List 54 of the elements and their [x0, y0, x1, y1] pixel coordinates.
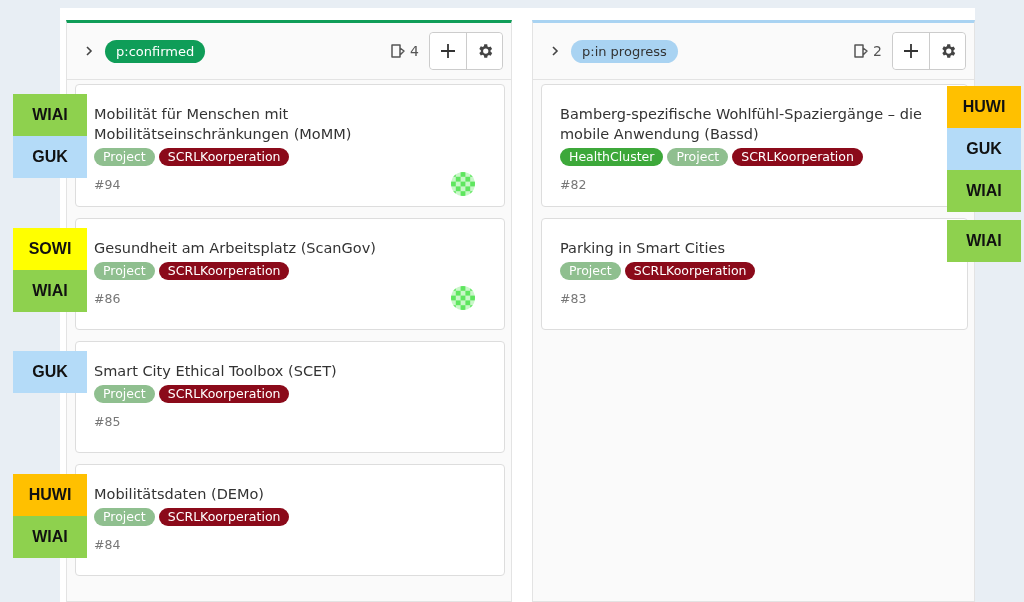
- tag-label: HealthCluster: [560, 148, 664, 166]
- issue-number: #85: [94, 413, 121, 429]
- tag-label: SCRLKoorperation: [158, 148, 290, 166]
- card-title[interactable]: Bamberg-spezifische Wohlfühl-Spaziergänge – die mobile Anwendung (Bassd): [560, 104, 949, 144]
- sticky-note: GUK: [13, 351, 87, 393]
- card-icon: [853, 43, 870, 59]
- tag-label: Project: [94, 148, 155, 166]
- card-title[interactable]: Mobilität für Menschen mit Mobilitätseinschränkungen (MoMM): [94, 104, 486, 144]
- issue-number: #83: [560, 290, 587, 306]
- sticky-note: WIAI: [13, 270, 87, 312]
- issue-number: #94: [94, 176, 121, 192]
- tag-label: Project: [94, 508, 155, 526]
- column-label: p:confirmed: [105, 39, 206, 63]
- card-count: 4: [390, 43, 419, 59]
- tag-label: Project: [667, 148, 729, 166]
- sticky-note: HUWI: [13, 474, 87, 516]
- tag-label: Project: [94, 262, 155, 280]
- sticky-note: SOWI: [13, 228, 87, 270]
- avatar-icon: [450, 285, 476, 311]
- plus-icon: [440, 43, 456, 59]
- tag-label: SCRLKoorperation: [158, 262, 290, 280]
- tag-label: Project: [560, 262, 621, 280]
- sticky-note: WIAI: [13, 516, 87, 558]
- tag-label: SCRLKoorperation: [624, 262, 756, 280]
- chevron-icon[interactable]: [551, 46, 559, 56]
- sticky-note: WIAI: [947, 170, 1021, 212]
- tag-label: SCRLKoorperation: [158, 385, 290, 403]
- sticky-note: GUK: [13, 136, 87, 178]
- issue-card[interactable]: Gesundheit am Arbeitsplatz (ScanGov) Project SCRLKoorperation #86: [75, 218, 505, 330]
- card-icon: [390, 43, 407, 59]
- sticky-note: WIAI: [13, 94, 87, 136]
- card-count: 2: [853, 43, 882, 59]
- card-title[interactable]: Gesundheit am Arbeitsplatz (ScanGov): [94, 238, 486, 258]
- sticky-note: GUK: [947, 128, 1021, 170]
- tag-label: SCRLKoorperation: [732, 148, 863, 166]
- plus-icon: [903, 43, 919, 59]
- issue-card[interactable]: Mobilität für Menschen mit Mobilitätseinschränkungen (MoMM) Project SCRLKoorperation #94: [75, 84, 505, 207]
- issue-number: #86: [94, 290, 121, 306]
- issue-card[interactable]: Smart City Ethical Toolbox (SCET) Project SCRLKoorperation #85: [75, 341, 505, 453]
- issue-card[interactable]: Mobilitätsdaten (DEMo) Project SCRLKoorperation #84: [75, 464, 505, 576]
- avatar-icon: [450, 171, 476, 197]
- settings-button[interactable]: [466, 33, 502, 69]
- tag-label: Project: [94, 385, 155, 403]
- column-label: p:in progress: [571, 39, 678, 63]
- issue-number: #82: [560, 176, 587, 192]
- chevron-icon[interactable]: [85, 46, 93, 56]
- sticky-note: HUWI: [947, 86, 1021, 128]
- tag-label: SCRLKoorperation: [158, 508, 290, 526]
- card-title[interactable]: Mobilitätsdaten (DEMo): [94, 484, 486, 504]
- card-title[interactable]: Smart City Ethical Toolbox (SCET): [94, 361, 486, 381]
- card-title[interactable]: Parking in Smart Cities: [560, 238, 949, 258]
- issue-number: #84: [94, 536, 121, 552]
- settings-button[interactable]: [929, 33, 965, 69]
- sticky-note: WIAI: [947, 220, 1021, 262]
